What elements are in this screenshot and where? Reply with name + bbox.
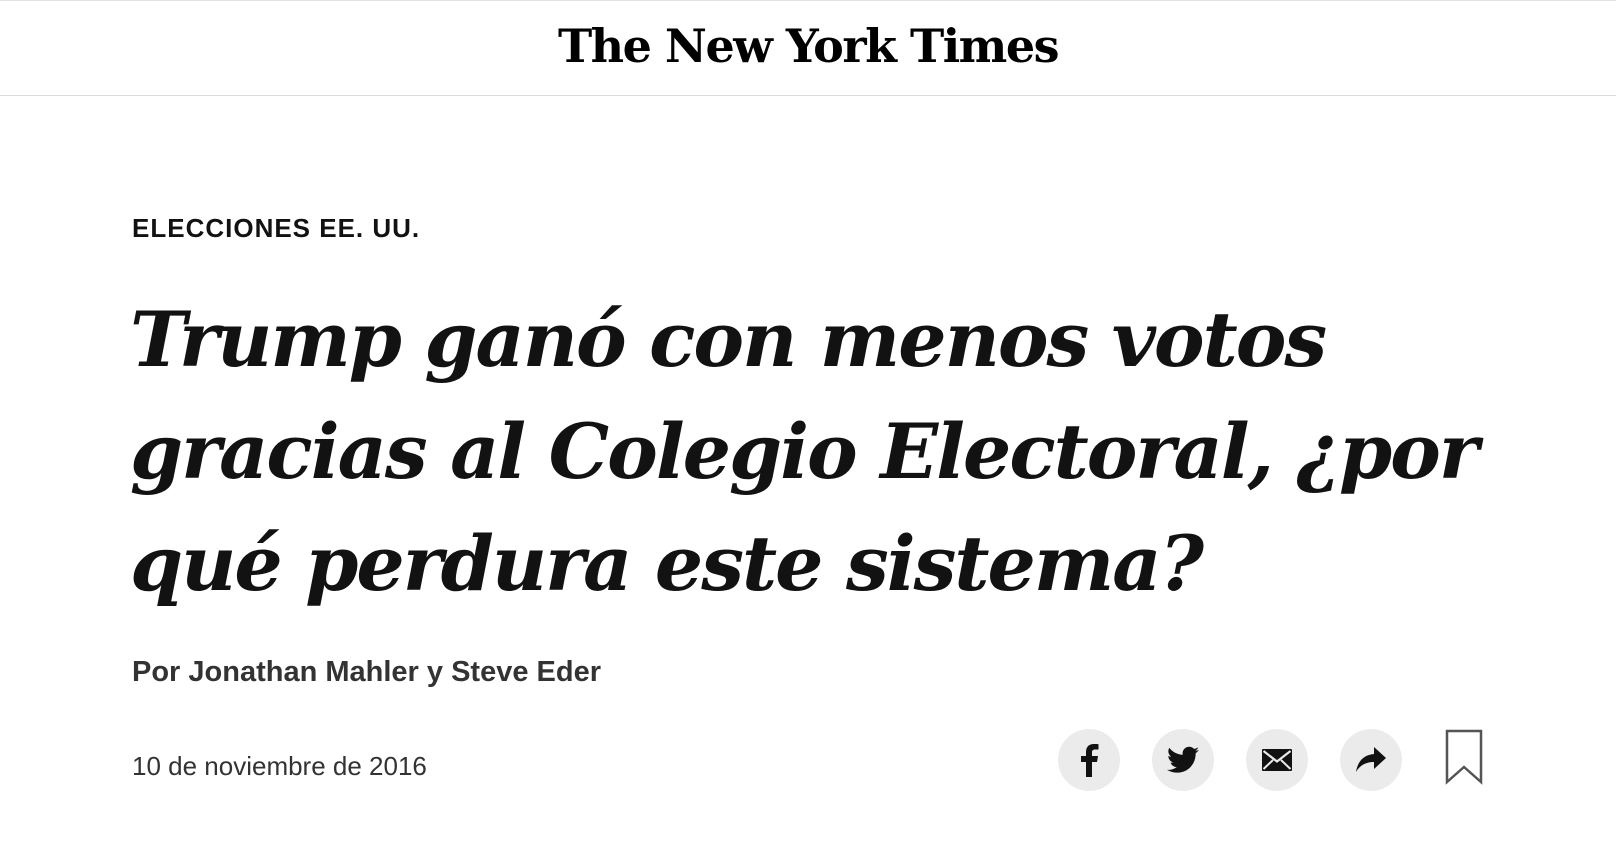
- more-share-button[interactable]: [1340, 729, 1402, 791]
- twitter-icon: [1167, 746, 1199, 773]
- email-share-button[interactable]: [1246, 729, 1308, 791]
- nyt-logo[interactable]: The New York Times: [0, 15, 1616, 77]
- share-arrow-icon: [1356, 747, 1386, 772]
- save-bookmark-button[interactable]: [1444, 729, 1484, 791]
- masthead: The New York Times: [0, 0, 1616, 96]
- facebook-icon: [1081, 744, 1099, 777]
- bookmark-icon: [1445, 729, 1483, 785]
- facebook-share-button[interactable]: [1058, 729, 1120, 791]
- headline: Trump ganó con menos votos gracias al Co…: [130, 295, 1479, 608]
- publish-date: 10 de noviembre de 2016: [132, 751, 427, 781]
- email-icon: [1262, 749, 1292, 771]
- section-kicker[interactable]: ELECCIONES EE. UU.: [132, 212, 420, 244]
- byline: Por Jonathan Mahler y Steve Eder: [132, 656, 601, 688]
- twitter-share-button[interactable]: [1152, 729, 1214, 791]
- share-tools: [1058, 729, 1488, 791]
